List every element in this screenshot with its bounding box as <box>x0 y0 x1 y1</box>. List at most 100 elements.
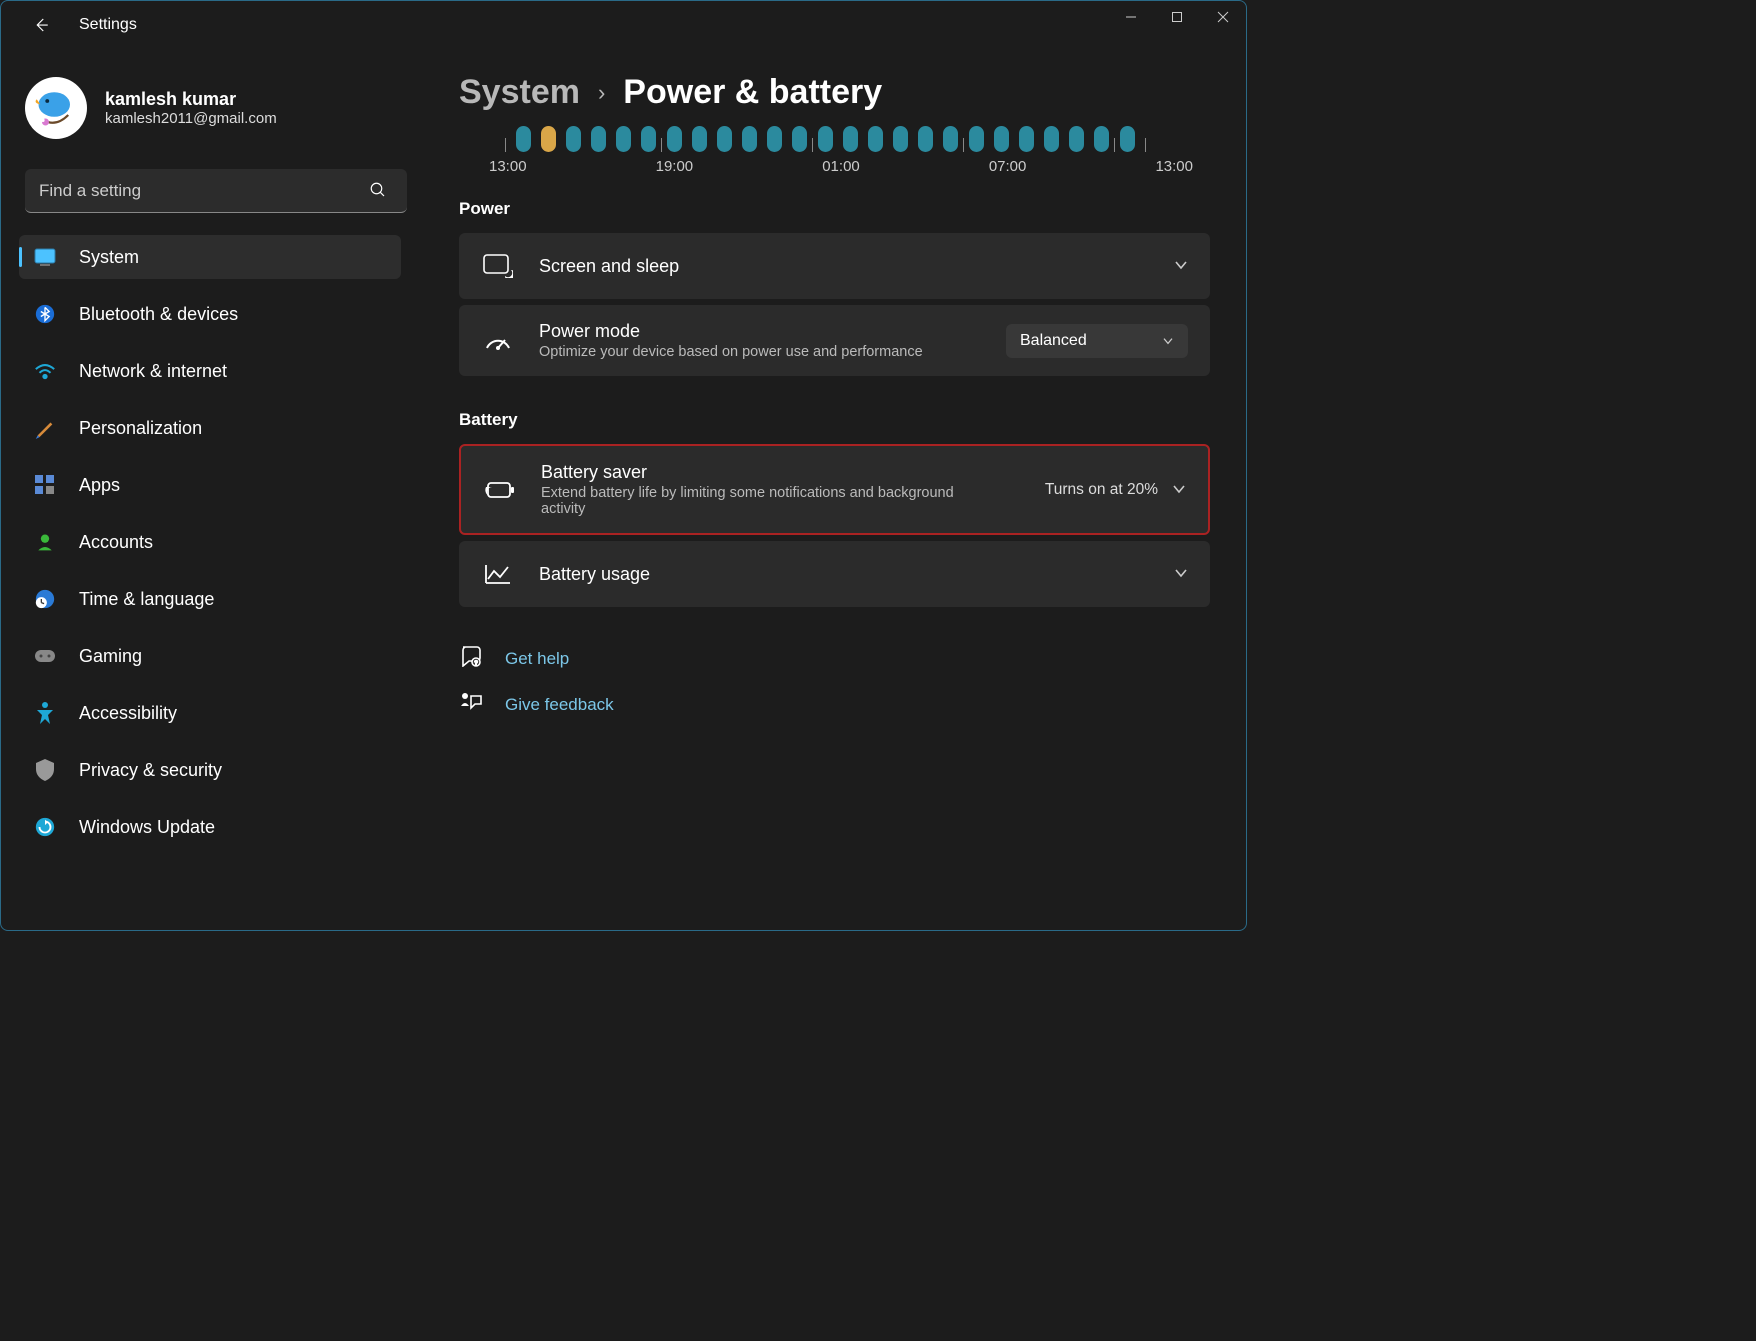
chart-tick-label: 07:00 <box>989 158 1027 175</box>
nav-label: System <box>79 247 139 268</box>
chart-bar[interactable] <box>1120 126 1135 152</box>
nav-accounts[interactable]: Accounts <box>19 520 401 564</box>
chart-tick-label: 01:00 <box>822 158 860 175</box>
bluetooth-icon <box>33 302 57 326</box>
chart-bar[interactable] <box>868 126 883 152</box>
screen-sleep-icon <box>481 249 515 283</box>
nav-label: Accounts <box>79 532 153 553</box>
card-title: Battery usage <box>539 564 1174 585</box>
profile-name: kamlesh kumar <box>105 89 277 110</box>
nav-accessibility[interactable]: Accessibility <box>19 691 401 735</box>
chart-bar[interactable] <box>818 126 833 152</box>
chart-bar[interactable] <box>641 126 656 152</box>
chart-bar[interactable] <box>893 126 908 152</box>
gauge-icon <box>481 324 515 358</box>
profile-email: kamlesh2011@gmail.com <box>105 110 277 127</box>
section-power: Power <box>459 199 1210 219</box>
chart-bar[interactable] <box>918 126 933 152</box>
chevron-down-icon <box>1162 332 1174 350</box>
card-value: Turns on at 20% <box>1045 481 1158 499</box>
chevron-down-icon <box>1174 565 1188 583</box>
chevron-right-icon: › <box>598 80 605 106</box>
chart-bar[interactable] <box>591 126 606 152</box>
search-wrap <box>25 169 405 213</box>
chart-bar[interactable] <box>1069 126 1084 152</box>
help-links: ? Get help Give feedback <box>459 645 1210 717</box>
nav-gaming[interactable]: Gaming <box>19 634 401 678</box>
chart-bar[interactable] <box>1044 126 1059 152</box>
window-controls <box>1108 1 1246 33</box>
wifi-icon <box>33 359 57 383</box>
chart-bar[interactable] <box>843 126 858 152</box>
minimize-button[interactable] <box>1108 1 1154 33</box>
card-title: Screen and sleep <box>539 256 1174 277</box>
chart-bar[interactable] <box>1094 126 1109 152</box>
page-title: Power & battery <box>623 73 882 112</box>
chart-bar[interactable] <box>792 126 807 152</box>
chart-bar[interactable] <box>994 126 1009 152</box>
nav-label: Windows Update <box>79 817 215 838</box>
feedback-icon <box>459 692 483 717</box>
chart-tick-label: 13:00 <box>489 158 527 175</box>
shield-icon <box>33 758 57 782</box>
nav-label: Gaming <box>79 646 142 667</box>
nav-system[interactable]: System <box>19 235 401 279</box>
dropdown-value: Balanced <box>1020 332 1087 350</box>
card-desc: Optimize your device based on power use … <box>539 344 959 360</box>
chart-bar[interactable] <box>692 126 707 152</box>
battery-level-chart[interactable]: 13:00 19:00 01:00 07:00 13:00 <box>459 122 1210 175</box>
link-text: Give feedback <box>505 695 614 715</box>
card-screen-sleep[interactable]: Screen and sleep <box>459 233 1210 299</box>
nav-apps[interactable]: Apps <box>19 463 401 507</box>
nav-label: Privacy & security <box>79 760 222 781</box>
nav-bluetooth[interactable]: Bluetooth & devices <box>19 292 401 336</box>
chart-bar[interactable] <box>742 126 757 152</box>
nav-label: Apps <box>79 475 120 496</box>
nav-label: Time & language <box>79 589 214 610</box>
give-feedback-link[interactable]: Give feedback <box>459 692 1210 717</box>
chart-bar[interactable] <box>667 126 682 152</box>
chart-bar[interactable] <box>717 126 732 152</box>
section-battery: Battery <box>459 410 1210 430</box>
titlebar: Settings <box>1 1 1246 49</box>
chart-bar[interactable] <box>566 126 581 152</box>
chart-tick-label: 13:00 <box>1155 158 1193 175</box>
chevron-down-icon <box>1174 257 1188 275</box>
nav-time[interactable]: Time & language <box>19 577 401 621</box>
nav-update[interactable]: Windows Update <box>19 805 401 849</box>
profile[interactable]: kamlesh kumar kamlesh2011@gmail.com <box>19 49 411 163</box>
chart-bar[interactable] <box>541 126 556 152</box>
battery-saver-icon <box>483 473 517 507</box>
search-input[interactable] <box>25 169 407 213</box>
nav: System Bluetooth & devices Network & int… <box>19 235 411 849</box>
power-mode-dropdown[interactable]: Balanced <box>1006 324 1188 358</box>
chart-bar[interactable] <box>616 126 631 152</box>
chart-bar[interactable] <box>943 126 958 152</box>
breadcrumb-parent[interactable]: System <box>459 73 580 112</box>
nav-personalization[interactable]: Personalization <box>19 406 401 450</box>
link-text: Get help <box>505 649 569 669</box>
close-button[interactable] <box>1200 1 1246 33</box>
update-icon <box>33 815 57 839</box>
person-icon <box>33 530 57 554</box>
chart-bar[interactable] <box>767 126 782 152</box>
chart-bar[interactable] <box>1019 126 1034 152</box>
chart-tick-label: 19:00 <box>656 158 694 175</box>
card-battery-saver[interactable]: Battery saver Extend battery life by lim… <box>459 444 1210 535</box>
apps-icon <box>33 473 57 497</box>
chart-bar[interactable] <box>516 126 531 152</box>
nav-label: Accessibility <box>79 703 177 724</box>
avatar <box>25 77 87 139</box>
gamepad-icon <box>33 644 57 668</box>
get-help-link[interactable]: ? Get help <box>459 645 1210 672</box>
chevron-down-icon <box>1172 481 1186 499</box>
back-button[interactable] <box>21 5 61 45</box>
maximize-button[interactable] <box>1154 1 1200 33</box>
nav-network[interactable]: Network & internet <box>19 349 401 393</box>
display-icon <box>33 245 57 269</box>
card-battery-usage[interactable]: Battery usage <box>459 541 1210 607</box>
card-power-mode[interactable]: Power mode Optimize your device based on… <box>459 305 1210 376</box>
search-icon <box>369 181 387 204</box>
nav-privacy[interactable]: Privacy & security <box>19 748 401 792</box>
chart-bar[interactable] <box>969 126 984 152</box>
